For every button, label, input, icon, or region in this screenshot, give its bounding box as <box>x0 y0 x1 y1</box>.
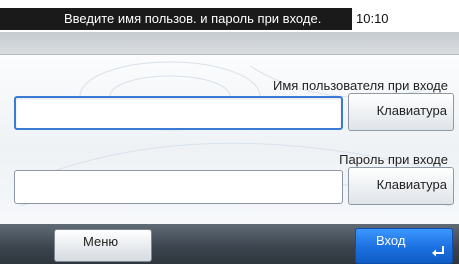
enter-arrow-icon <box>432 246 444 257</box>
header-message: Введите имя пользов. и пароль при входе. <box>0 8 352 30</box>
username-label: Имя пользователя при входе <box>272 78 448 93</box>
password-field[interactable] <box>14 170 343 204</box>
username-keyboard-button[interactable]: Клавиатура <box>348 93 454 131</box>
footer-bar: Меню Вход <box>0 224 459 264</box>
menu-button[interactable]: Меню <box>54 229 152 262</box>
login-button-label: Вход <box>376 233 406 248</box>
login-panel: Имя пользователя при входе Клавиатура Па… <box>0 56 459 224</box>
password-keyboard-button[interactable]: Клавиатура <box>348 167 454 205</box>
username-field[interactable] <box>14 96 343 130</box>
header-bar: Введите имя пользов. и пароль при входе.… <box>0 0 459 32</box>
password-label: Пароль при входе <box>339 152 448 167</box>
login-button[interactable]: Вход <box>355 228 453 264</box>
username-input[interactable] <box>16 98 341 128</box>
password-input[interactable] <box>15 171 342 203</box>
title-band <box>0 32 459 55</box>
clock: 10:10 <box>356 11 389 26</box>
